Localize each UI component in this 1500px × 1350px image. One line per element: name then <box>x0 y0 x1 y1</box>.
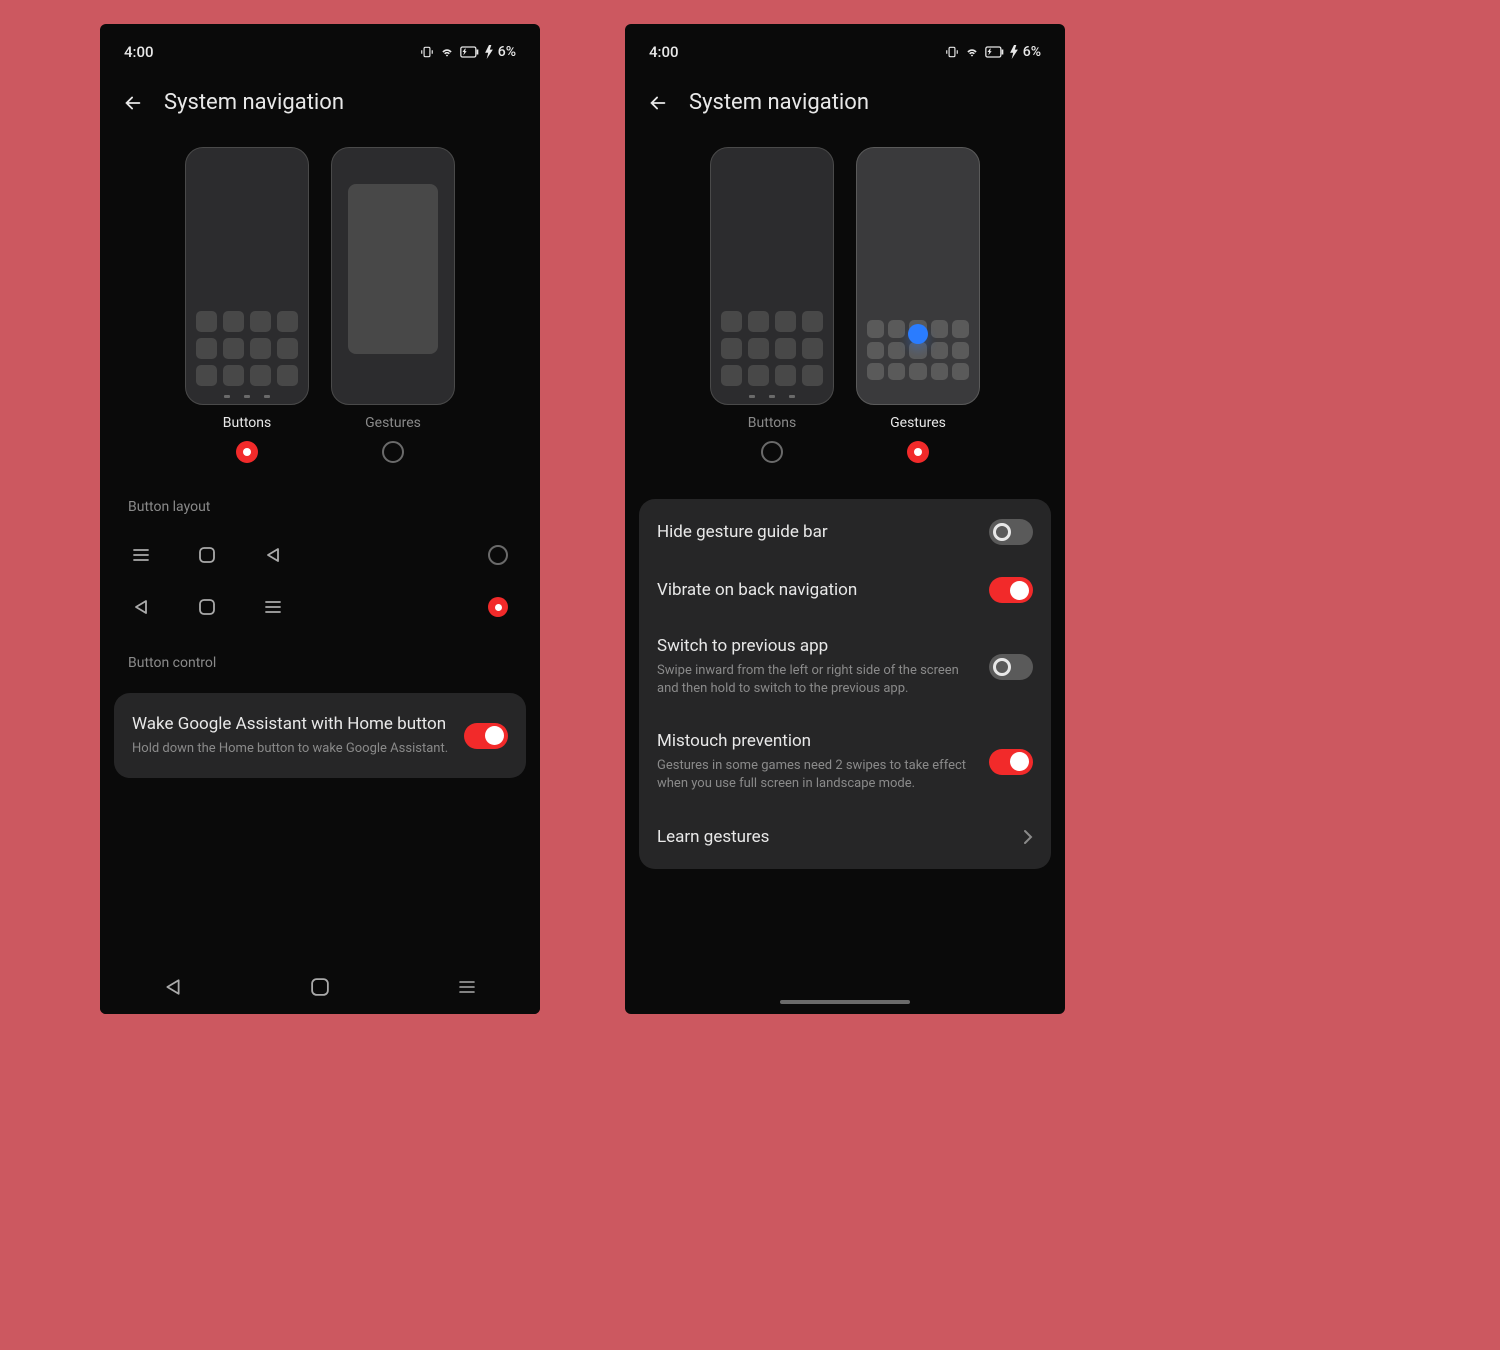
layout-2-radio[interactable] <box>488 597 508 617</box>
mode-buttons-label: Buttons <box>748 415 796 431</box>
screen-header: System navigation <box>625 72 1065 141</box>
home-icon <box>198 598 216 616</box>
charging-icon <box>1010 45 1018 59</box>
mode-gestures-label: Gestures <box>365 415 421 431</box>
wake-assistant-toggle[interactable] <box>464 723 508 749</box>
phone-left-buttons-mode: 4:00 6% System navigation <box>100 24 540 1014</box>
mode-buttons-radio[interactable] <box>236 441 258 463</box>
battery-percent: 6% <box>498 44 516 60</box>
mode-gestures-label: Gestures <box>890 415 946 431</box>
mode-gestures-radio[interactable] <box>907 441 929 463</box>
page-title: System navigation <box>689 90 869 115</box>
wake-assistant-desc: Hold down the Home button to wake Google… <box>132 740 450 758</box>
battery-icon <box>460 46 480 58</box>
recent-icon <box>264 598 282 616</box>
mode-buttons-radio[interactable] <box>761 441 783 463</box>
home-icon <box>198 546 216 564</box>
phone-right-gestures-mode: 4:00 6% System navigation <box>625 24 1065 1014</box>
switch-prev-app-title: Switch to previous app <box>657 635 975 658</box>
buttons-preview <box>185 147 309 405</box>
vibrate-back-title: Vibrate on back navigation <box>657 579 975 602</box>
wifi-icon <box>439 45 455 59</box>
page-title: System navigation <box>164 90 344 115</box>
status-bar: 4:00 6% <box>100 32 540 72</box>
switch-prev-app-toggle[interactable] <box>989 654 1033 680</box>
battery-percent: 6% <box>1023 44 1041 60</box>
navigation-mode-selector: Buttons Gestures <box>100 141 540 477</box>
buttons-preview <box>710 147 834 405</box>
mistouch-row[interactable]: Mistouch prevention Gestures in some gam… <box>639 714 1051 809</box>
mode-option-gestures[interactable]: Gestures <box>331 147 455 463</box>
recent-icon <box>132 546 150 564</box>
section-button-control: Button control <box>100 633 540 685</box>
sys-home-icon[interactable] <box>311 978 329 996</box>
mode-option-buttons[interactable]: Buttons <box>185 147 309 463</box>
wake-assistant-title: Wake Google Assistant with Home button <box>132 713 450 736</box>
hide-gesture-bar-toggle[interactable] <box>989 519 1033 545</box>
learn-gestures-row[interactable]: Learn gestures <box>639 810 1051 865</box>
status-bar: 4:00 6% <box>625 32 1065 72</box>
hide-gesture-bar-row[interactable]: Hide gesture guide bar <box>639 503 1051 561</box>
navigation-mode-selector: Buttons Gestures <box>625 141 1065 477</box>
chevron-right-icon <box>1023 829 1033 845</box>
vibrate-icon <box>945 45 959 59</box>
wake-assistant-row[interactable]: Wake Google Assistant with Home button H… <box>114 697 526 774</box>
layout-option-1[interactable] <box>118 529 522 581</box>
section-button-layout: Button layout <box>100 477 540 529</box>
learn-gestures-title: Learn gestures <box>657 826 1009 849</box>
switch-prev-app-desc: Swipe inward from the left or right side… <box>657 662 975 698</box>
gesture-settings-card: Hide gesture guide bar Vibrate on back n… <box>639 499 1051 869</box>
back-nav-icon <box>132 598 150 616</box>
system-nav-bar <box>100 960 540 1014</box>
hide-gesture-bar-title: Hide gesture guide bar <box>657 521 975 544</box>
mistouch-title: Mistouch prevention <box>657 730 975 753</box>
mode-option-gestures[interactable]: Gestures <box>856 147 980 463</box>
mistouch-desc: Gestures in some games need 2 swipes to … <box>657 757 975 793</box>
gestures-preview <box>856 147 980 405</box>
back-icon[interactable] <box>647 92 669 114</box>
layout-1-radio[interactable] <box>488 545 508 565</box>
back-nav-icon <box>264 546 282 564</box>
sys-back-icon[interactable] <box>164 978 182 996</box>
mode-gestures-radio[interactable] <box>382 441 404 463</box>
status-time: 4:00 <box>124 43 154 61</box>
switch-prev-app-row[interactable]: Switch to previous app Swipe inward from… <box>639 619 1051 714</box>
vibrate-back-toggle[interactable] <box>989 577 1033 603</box>
screen-header: System navigation <box>100 72 540 141</box>
mode-buttons-label: Buttons <box>223 415 271 431</box>
gestures-preview <box>331 147 455 405</box>
mode-option-buttons[interactable]: Buttons <box>710 147 834 463</box>
battery-icon <box>985 46 1005 58</box>
charging-icon <box>485 45 493 59</box>
sys-recent-icon[interactable] <box>458 978 476 996</box>
vibrate-icon <box>420 45 434 59</box>
vibrate-back-row[interactable]: Vibrate on back navigation <box>639 561 1051 619</box>
back-icon[interactable] <box>122 92 144 114</box>
status-indicators: 6% <box>945 44 1041 60</box>
status-indicators: 6% <box>420 44 516 60</box>
touch-indicator-dot <box>908 324 928 344</box>
wifi-icon <box>964 45 980 59</box>
layout-option-2[interactable] <box>118 581 522 633</box>
status-time: 4:00 <box>649 43 679 61</box>
mistouch-toggle[interactable] <box>989 749 1033 775</box>
button-control-card: Wake Google Assistant with Home button H… <box>114 693 526 778</box>
gesture-guide-bar[interactable] <box>780 1000 910 1004</box>
